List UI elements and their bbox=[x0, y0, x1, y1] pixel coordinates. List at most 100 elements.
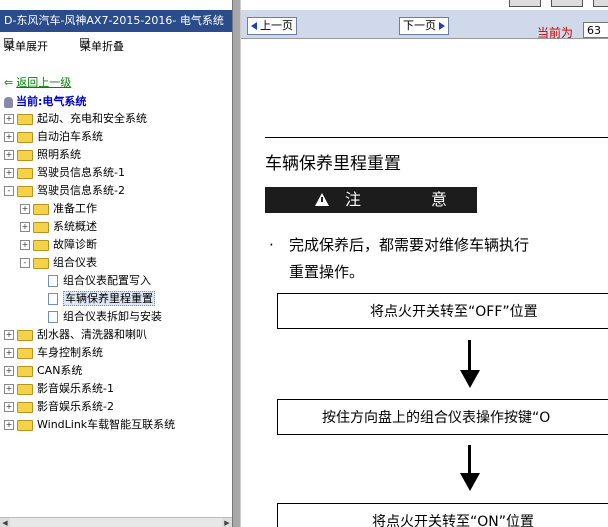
tree-item[interactable]: + 车身控制系统 bbox=[4, 344, 103, 362]
tree-item[interactable]: + 影音娱乐系统-1 bbox=[4, 380, 114, 398]
folder-icon bbox=[17, 149, 33, 161]
tree-item[interactable]: + 自动泊车系统 bbox=[4, 128, 103, 146]
folder-icon bbox=[17, 365, 33, 377]
next-page-button[interactable]: 下一页 bbox=[399, 17, 449, 35]
tree-item-label: 驾驶员信息系统-1 bbox=[37, 166, 125, 179]
scroll-right-icon[interactable]: ▶ bbox=[222, 518, 232, 527]
expand-icon[interactable]: + bbox=[4, 420, 14, 430]
tree-item[interactable]: + 驾驶员信息系统-1 bbox=[4, 164, 125, 182]
folder-icon bbox=[17, 383, 33, 395]
tree-item[interactable]: - 驾驶员信息系统-2 bbox=[4, 182, 125, 200]
folder-icon bbox=[17, 401, 33, 413]
tree-item[interactable]: + 系统概述 bbox=[20, 218, 97, 236]
warning-icon bbox=[315, 193, 329, 206]
folder-icon bbox=[17, 419, 33, 431]
manual-title: D-东风汽车-风神AX7-2015-2016- 电气系统 bbox=[0, 10, 232, 32]
folder-icon bbox=[33, 257, 49, 269]
tree-item-label: 准备工作 bbox=[53, 202, 97, 215]
tree-item-label: CAN系统 bbox=[37, 364, 83, 377]
folder-icon bbox=[33, 203, 49, 215]
page-toolbar: 上一页 下一页 当前为 63 bbox=[241, 10, 608, 40]
step-box-2: 按住方向盘上的组合仪表操作按键“O bbox=[277, 399, 608, 435]
tree-item-label: 影音娱乐系统-2 bbox=[37, 400, 114, 413]
tree-item[interactable]: + 起动、充电和安全系统 bbox=[4, 110, 147, 128]
expand-icon[interactable]: + bbox=[4, 330, 14, 340]
window-control-button[interactable] bbox=[551, 0, 583, 7]
folder-icon bbox=[17, 113, 33, 125]
tree-item-label: 起动、充电和安全系统 bbox=[37, 112, 147, 125]
tree-item[interactable]: + 准备工作 bbox=[20, 200, 97, 218]
expand-icon[interactable]: + bbox=[4, 168, 14, 178]
tree-item[interactable]: + CAN系统 bbox=[4, 362, 82, 380]
scroll-left-icon[interactable]: ◀ bbox=[0, 518, 10, 527]
page-label: 当前为 bbox=[537, 26, 574, 40]
tree-item-label: WindLink车载智能互联系统 bbox=[37, 418, 176, 431]
prev-page-button[interactable]: 上一页 bbox=[247, 17, 297, 35]
flow-arrow-down-icon bbox=[460, 340, 480, 390]
pane-splitter[interactable] bbox=[232, 0, 241, 527]
expand-icon[interactable]: + bbox=[4, 348, 14, 358]
heading-rule bbox=[265, 137, 608, 138]
tree-item[interactable]: 组合仪表拆卸与安装 bbox=[36, 308, 162, 326]
window-control-button[interactable] bbox=[593, 0, 608, 7]
horizontal-scrollbar[interactable]: ◀ ▶ bbox=[0, 517, 232, 527]
folder-icon bbox=[17, 131, 33, 143]
tree-item-label: 故障诊断 bbox=[53, 238, 97, 251]
collapse-icon[interactable]: - bbox=[20, 258, 30, 268]
expand-icon[interactable]: + bbox=[4, 150, 14, 160]
tree-item[interactable]: + 照明系统 bbox=[4, 146, 81, 164]
expand-icon[interactable]: + bbox=[4, 402, 14, 412]
expand-icon[interactable]: + bbox=[4, 114, 14, 124]
document-icon bbox=[48, 275, 58, 287]
expand-icon[interactable]: + bbox=[20, 240, 30, 250]
current-section: 当前:电气系统 bbox=[4, 93, 86, 109]
tree-item-label: 影音娱乐系统-1 bbox=[37, 382, 114, 395]
tree-item-label: 组合仪表配置写入 bbox=[63, 274, 151, 287]
tree-item[interactable]: + 故障诊断 bbox=[20, 236, 97, 254]
tree-item-label: 驾驶员信息系统-2 bbox=[37, 184, 125, 197]
folder-icon bbox=[17, 329, 33, 341]
window-control-button[interactable] bbox=[509, 0, 541, 7]
tree-item[interactable]: - 组合仪表 bbox=[20, 254, 97, 272]
tree-item-label: 车身控制系统 bbox=[37, 346, 103, 359]
back-link-label[interactable]: 返回上一级 bbox=[16, 76, 71, 89]
folder-icon bbox=[33, 221, 49, 233]
expand-icon[interactable]: + bbox=[4, 384, 14, 394]
document-icon bbox=[48, 311, 58, 323]
menu-row: 菜单展开 菜单折叠 bbox=[4, 38, 124, 53]
folder-icon bbox=[17, 167, 33, 179]
folder-icon bbox=[33, 239, 49, 251]
collapse-icon[interactable]: - bbox=[4, 186, 14, 196]
tree-item[interactable]: + 刮水器、清洗器和喇叭 bbox=[4, 326, 147, 344]
document-pane: 上一页 下一页 当前为 63 车辆保养里程重置 注 意 · 完成保养后，都需要对… bbox=[241, 0, 608, 527]
page-number-input[interactable]: 63 bbox=[583, 22, 608, 38]
folder-icon bbox=[17, 347, 33, 359]
tree-item[interactable]: + 影音娱乐系统-2 bbox=[4, 398, 114, 416]
step-box-1: 将点火开关转至“OFF”位置 bbox=[277, 293, 608, 329]
window-controls bbox=[241, 0, 608, 10]
expand-icon[interactable]: + bbox=[4, 366, 14, 376]
tree-item-label: 车辆保养里程重置 bbox=[63, 291, 155, 306]
tree-item-label: 自动泊车系统 bbox=[37, 130, 103, 143]
flow-arrow-down-icon bbox=[460, 445, 480, 495]
tree-item[interactable]: + WindLink车载智能互联系统 bbox=[4, 416, 175, 434]
expand-icon[interactable]: + bbox=[20, 222, 30, 232]
navigation-pane: D-东风汽车-风神AX7-2015-2016- 电气系统 菜单展开 菜单折叠 ⇐… bbox=[0, 0, 232, 527]
tree-item[interactable]: 组合仪表配置写入 bbox=[36, 272, 151, 290]
tree-item-label: 组合仪表拆卸与安装 bbox=[63, 310, 162, 323]
back-arrow-icon: ⇐ bbox=[4, 76, 14, 89]
tree-item[interactable]: 车辆保养里程重置 bbox=[36, 290, 155, 308]
step-box-3: 将点火开关转至“ON”位置 bbox=[277, 503, 608, 527]
tree-item-label: 组合仪表 bbox=[53, 256, 97, 269]
arrow-right-icon bbox=[439, 22, 445, 30]
tree-item-label: 刮水器、清洗器和喇叭 bbox=[37, 328, 147, 341]
folder-icon bbox=[17, 185, 33, 197]
expand-icon[interactable]: + bbox=[20, 204, 30, 214]
arrow-left-icon bbox=[251, 22, 257, 30]
expand-icon[interactable]: + bbox=[4, 132, 14, 142]
tree-item-label: 系统概述 bbox=[53, 220, 97, 233]
document-icon bbox=[48, 293, 58, 305]
user-icon bbox=[4, 96, 13, 108]
page-title: 车辆保养里程重置 bbox=[265, 154, 401, 174]
back-link[interactable]: ⇐ 返回上一级 bbox=[4, 74, 71, 90]
